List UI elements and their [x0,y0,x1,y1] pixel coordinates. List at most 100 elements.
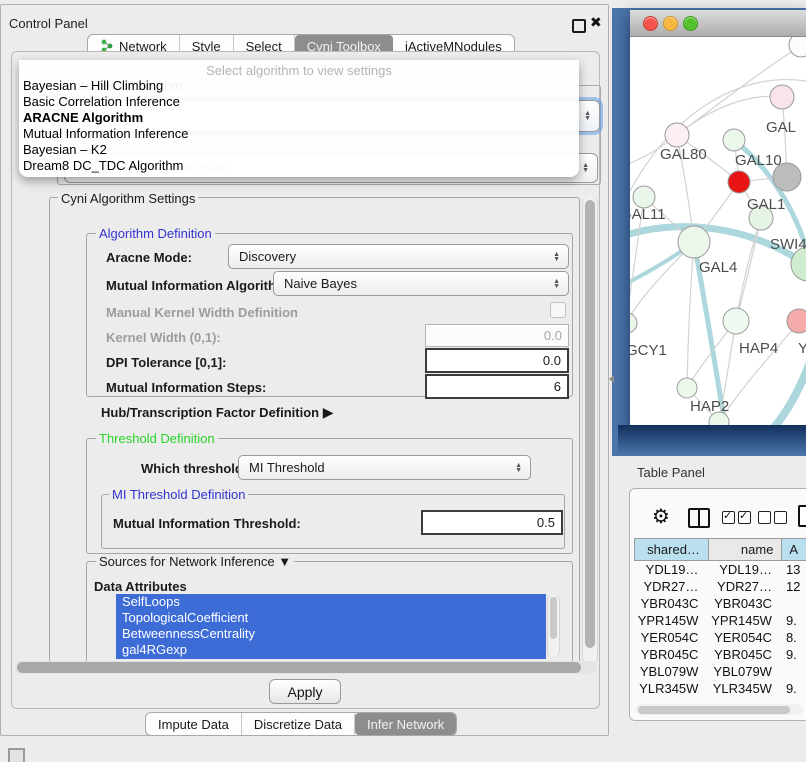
hub-definition-toggle[interactable]: Hub/Transcription Factor Definition ▶ [101,404,334,421]
table-panel-window: ⚙ shared…nameAYDL19…YDL19…13YDR27…YDR27…… [629,488,806,721]
table-row[interactable]: YER054CYER054C8. [635,629,806,646]
gear-icon[interactable]: ⚙ [652,504,670,529]
table-row[interactable]: YDL19…YDL19…13 [635,561,806,579]
table-cell [782,663,806,680]
mi-threshold-field[interactable]: 0.5 [421,510,563,535]
which-threshold-value: MI Threshold [249,460,325,475]
network-node[interactable] [789,37,806,57]
network-node[interactable] [677,378,697,398]
combo-arrows-icon: ▲▼ [582,163,589,173]
network-node[interactable] [678,226,710,258]
table-cell: 13 [782,561,806,579]
table-cell: YDL19… [708,561,782,579]
dropdown-item[interactable]: Bayesian – K2 [19,142,579,158]
network-node-label: GAL [766,119,796,136]
network-node-label: GAL10 [735,152,782,169]
network-node[interactable] [630,313,637,333]
table-cell: YDL19… [635,561,709,579]
table-cell: YPR145W [635,612,709,629]
attribute-list-item[interactable]: SelfLoops [116,594,546,610]
network-node[interactable] [770,85,794,109]
tab-discretize-data[interactable]: Discretize Data [242,713,355,735]
data-attributes-list[interactable]: SelfLoopsTopologicalCoefficientBetweenne… [116,594,546,659]
network-node[interactable] [728,171,750,193]
dpi-tolerance-field[interactable]: 0.0 [425,348,569,373]
network-node[interactable] [665,123,689,147]
tab-impute-data[interactable]: Impute Data [146,713,242,735]
network-node-label: GCY1 [630,342,667,359]
network-node-label: SWI4 [770,236,806,253]
table-cell: YBR043C [708,595,782,612]
sources-title[interactable]: Sources for Network Inference ▼ [96,554,294,569]
hide-columns-icon[interactable] [758,511,787,524]
mi-algorithm-type-combo[interactable]: Naive Bayes▲▼ [273,271,569,296]
attribute-list-scrollbar[interactable] [547,595,560,657]
close-traffic-icon[interactable] [643,16,658,31]
network-canvas[interactable]: GALGAL80GAL10GAL1GAL11GAL4SWI4GCY1HAP4YH… [630,37,806,425]
node-table-container: shared…nameAYDL19…YDL19…13YDR27…YDR27…12… [634,538,806,695]
settings-horizontal-scrollbar[interactable] [15,661,597,674]
show-columns-icon[interactable] [722,511,751,524]
combo-arrows-icon: ▲▼ [584,111,591,121]
aracne-mode-combo[interactable]: Discovery ▲▼ [228,244,569,269]
tab-infer-network[interactable]: Infer Network [355,713,456,735]
network-node[interactable] [723,308,749,334]
table-horizontal-scrollbar[interactable] [635,704,803,715]
table-cell: YPR145W [708,612,782,629]
minimized-window-icon[interactable] [8,748,25,762]
table-row[interactable]: YDR27…YDR27…12 [635,578,806,595]
combo-arrows-icon: ▲▼ [553,252,560,262]
columns-icon[interactable] [688,508,710,528]
mi-threshold-label: Mutual Information Threshold: [113,516,301,531]
attribute-list-item[interactable]: BetweennessCentrality [116,626,546,642]
network-node[interactable] [723,129,745,151]
table-row[interactable]: YBR043CYBR043C [635,595,806,612]
table-cell: 9. [782,612,806,629]
zoom-traffic-icon[interactable] [683,16,698,31]
table-cell: YBL079W [635,663,709,680]
threshold-definition-title: Threshold Definition [96,431,218,446]
dropdown-item[interactable]: Dream8 DC_TDC Algorithm [19,158,579,174]
settings-vertical-scrollbar[interactable] [582,197,598,663]
attribute-list-item[interactable]: gal4RGexp [116,642,546,658]
table-row[interactable]: YBL079WYBL079W [635,663,806,680]
collapse-arrow-icon: ▼ [278,554,291,569]
dropdown-item[interactable]: Bayesian – Hill Climbing [19,78,579,94]
table-row[interactable]: YBR045CYBR045C9. [635,646,806,663]
table-column-header[interactable]: shared… [635,539,709,561]
aracne-mode-value: Discovery [239,249,296,264]
manual-kernel-width-checkbox[interactable] [550,302,566,318]
apply-button[interactable]: Apply [269,679,341,704]
dropdown-item[interactable]: Mutual Information Inference [19,126,579,142]
float-window-icon[interactable] [572,19,586,33]
attribute-list-item[interactable]: TopologicalCoefficient [116,610,546,626]
network-node-label: Y [798,340,806,357]
bottom-tabstrip: Impute DataDiscretize DataInfer Network [145,712,457,736]
network-node[interactable] [787,309,806,333]
network-edge[interactable] [687,242,694,388]
network-window-titlebar[interactable] [630,10,806,37]
mi-threshold-title: MI Threshold Definition [109,487,248,502]
table-cell: YLR345W [635,680,709,695]
table-cell: YBR045C [708,646,782,663]
table-row[interactable]: YLR345WYLR345W9. [635,680,806,695]
which-threshold-combo[interactable]: MI Threshold▲▼ [238,455,531,480]
table-cell: 8. [782,629,806,646]
table-column-header[interactable]: name [708,539,782,561]
table-column-header[interactable]: A [782,539,806,561]
network-view-window[interactable]: GALGAL80GAL10GAL1GAL11GAL4SWI4GCY1HAP4YH… [630,10,806,425]
export-table-icon[interactable] [798,505,806,527]
dropdown-item[interactable]: ARACNE Algorithm [19,110,579,126]
minimize-traffic-icon[interactable] [663,16,678,31]
close-icon[interactable]: ✖ [590,14,602,31]
splitter-collapse-handle[interactable] [609,375,614,383]
table-cell: YER054C [635,629,709,646]
table-row[interactable]: YPR145WYPR145W9. [635,612,806,629]
kernel-width-field[interactable]: 0.0 [425,324,569,347]
network-node[interactable] [633,186,655,208]
mi-steps-field[interactable]: 6 [425,374,569,399]
dropdown-item[interactable]: Basic Correlation Inference [19,94,579,110]
node-table[interactable]: shared…nameAYDL19…YDL19…13YDR27…YDR27…12… [634,538,806,695]
table-cell: YDR27… [635,578,709,595]
algorithm-definition-title: Algorithm Definition [96,226,215,241]
